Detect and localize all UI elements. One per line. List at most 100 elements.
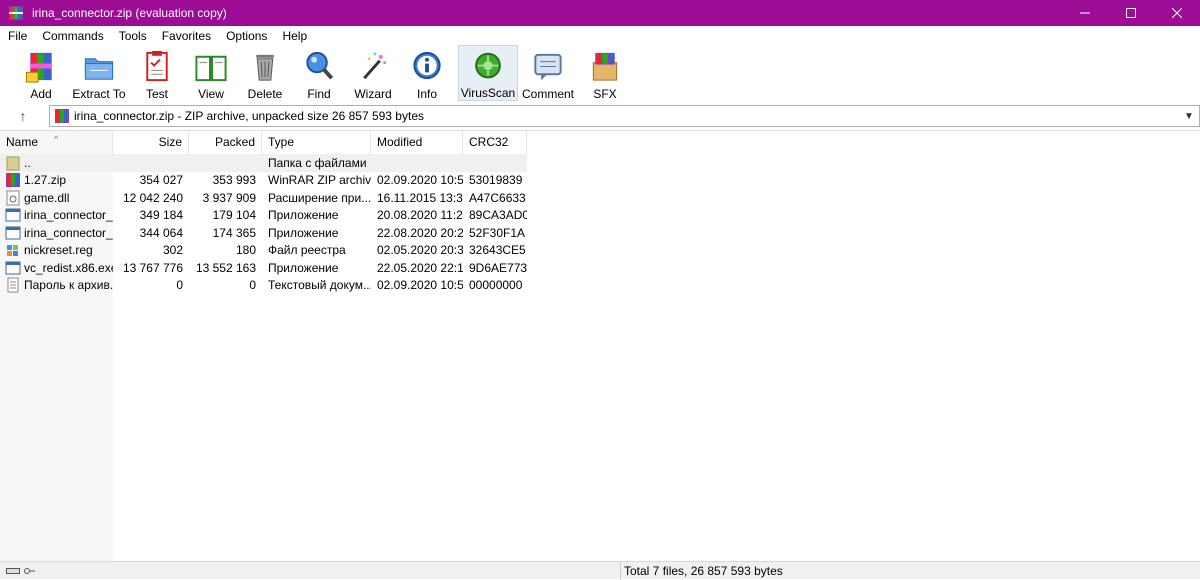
file-type: WinRAR ZIP archive xyxy=(268,173,371,188)
menu-options[interactable]: Options xyxy=(218,29,274,43)
file-packed: 0 xyxy=(249,278,256,293)
reg-icon xyxy=(7,245,18,257)
comment-label: Comment xyxy=(521,87,574,101)
file-size: 354 027 xyxy=(139,173,183,188)
close-button[interactable] xyxy=(1154,0,1200,26)
delete-button[interactable]: Delete xyxy=(238,45,292,101)
file-size: 13 767 776 xyxy=(122,260,183,275)
address-bar: ↑ irina_connector.zip - ZIP archive, unp… xyxy=(0,104,1200,128)
up-folder-button[interactable]: ↑ xyxy=(8,106,38,126)
table-row[interactable]: .. Папка с файлами xyxy=(0,154,527,172)
file-name-cell: irina_connector_... xyxy=(0,225,113,241)
comment-button[interactable]: Comment xyxy=(518,45,578,101)
file-type: Папка с файлами xyxy=(268,155,367,170)
status-separator xyxy=(620,562,621,580)
window-title: irina_connector.zip (evaluation copy) xyxy=(32,6,227,20)
virusscan-icon xyxy=(475,52,501,79)
column-header-modified[interactable]: Modified xyxy=(371,131,463,154)
table-row[interactable]: nickreset.reg 302 180 Файл реестра 02.05… xyxy=(0,242,527,260)
sfx-button[interactable]: SFX xyxy=(578,45,632,101)
file-list: ^ Name Size Packed Type Modified CRC32 .… xyxy=(0,130,1200,561)
table-row[interactable]: Пароль к архив... 0 0 Текстовый докум...… xyxy=(0,277,527,295)
wizard-icon xyxy=(363,52,387,80)
column-header-name[interactable]: ^ Name xyxy=(0,131,113,154)
table-row[interactable]: vc_redist.x86.exe 13 767 776 13 552 163 … xyxy=(0,259,527,277)
file-type: Текстовый докум... xyxy=(268,278,371,293)
minimize-button[interactable] xyxy=(1062,0,1108,26)
test-label: Test xyxy=(145,87,168,101)
file-crc: 9D6AE773 xyxy=(469,260,527,275)
menu-help[interactable]: Help xyxy=(274,29,314,43)
view-button[interactable]: View xyxy=(184,45,238,101)
view-icon xyxy=(195,55,227,82)
column-header-name-label: Name xyxy=(6,135,39,149)
file-size: 344 064 xyxy=(139,225,183,240)
file-name: 1.27.zip xyxy=(24,173,67,188)
file-name-cell: nickreset.reg xyxy=(0,242,113,258)
close-icon xyxy=(1172,8,1182,18)
file-modified: 02.09.2020 10:53 xyxy=(377,278,463,293)
drive-icon[interactable] xyxy=(6,566,20,576)
file-name: irina_connector_... xyxy=(24,208,113,223)
maximize-button[interactable] xyxy=(1108,0,1154,26)
maximize-icon xyxy=(1126,8,1136,18)
virusscan-button[interactable]: VirusScan xyxy=(458,45,518,101)
test-icon xyxy=(146,50,168,82)
add-button[interactable]: Add xyxy=(14,45,68,101)
file-list-header: ^ Name Size Packed Type Modified CRC32 xyxy=(0,131,527,154)
table-row[interactable]: game.dll 12 042 240 3 937 909 Расширение… xyxy=(0,189,527,207)
zip-icon xyxy=(6,173,20,188)
file-name: vc_redist.x86.exe xyxy=(24,260,113,275)
status-text: Total 7 files, 26 857 593 bytes xyxy=(624,564,783,578)
test-button[interactable]: Test xyxy=(130,45,184,101)
sfx-icon xyxy=(592,52,618,81)
add-label: Add xyxy=(30,87,52,101)
file-name: nickreset.reg xyxy=(24,243,93,258)
file-name-cell: vc_redist.x86.exe xyxy=(0,260,113,276)
file-name-cell: 1.27.zip xyxy=(0,172,113,188)
info-label: Info xyxy=(416,87,437,101)
key-icon[interactable] xyxy=(24,566,36,576)
wizard-label: Wizard xyxy=(354,87,392,101)
view-label: View xyxy=(198,87,224,101)
extract-to-label: Extract To xyxy=(72,87,126,101)
menu-commands[interactable]: Commands xyxy=(34,29,110,43)
info-icon xyxy=(413,51,441,80)
exe-icon xyxy=(5,261,21,275)
find-button[interactable]: Find xyxy=(292,45,346,101)
column-header-size-label: Size xyxy=(158,135,182,149)
file-name: .. xyxy=(24,155,31,170)
wizard-button[interactable]: Wizard xyxy=(346,45,400,101)
comment-icon xyxy=(534,53,562,81)
column-header-crc[interactable]: CRC32 xyxy=(463,131,527,154)
file-size: 349 184 xyxy=(139,208,183,223)
winrar-app-icon xyxy=(9,6,23,20)
sort-ascending-icon: ^ xyxy=(54,134,59,144)
menu-tools[interactable]: Tools xyxy=(111,29,154,43)
file-name: Пароль к архив... xyxy=(24,278,113,293)
file-name-cell: game.dll xyxy=(0,190,113,206)
column-header-size[interactable]: Size xyxy=(113,131,189,154)
table-row[interactable]: irina_connector_... 344 064 174 365 Прил… xyxy=(0,224,527,242)
column-header-packed[interactable]: Packed xyxy=(189,131,262,154)
extract-to-button[interactable]: Extract To xyxy=(68,45,130,101)
find-icon xyxy=(306,51,334,80)
file-name-cell: irina_connector_... xyxy=(0,207,113,223)
file-modified: 22.05.2020 22:16 xyxy=(377,260,463,275)
virusscan-label: VirusScan xyxy=(460,86,516,100)
folder-icon xyxy=(6,156,20,171)
file-name: game.dll xyxy=(24,190,70,205)
table-row[interactable]: irina_connector_... 349 184 179 104 Прил… xyxy=(0,207,527,225)
find-label: Find xyxy=(307,87,331,101)
column-header-modified-label: Modified xyxy=(377,135,423,149)
menu-favorites[interactable]: Favorites xyxy=(154,29,218,43)
info-button[interactable]: Info xyxy=(400,45,454,101)
minimize-icon xyxy=(1080,12,1090,14)
table-row[interactable]: 1.27.zip 354 027 353 993 WinRAR ZIP arch… xyxy=(0,172,527,190)
file-type: Приложение xyxy=(268,260,339,275)
chevron-down-icon[interactable]: ▼ xyxy=(1179,111,1199,122)
column-header-type[interactable]: Type xyxy=(262,131,371,154)
archive-path-box[interactable]: irina_connector.zip - ZIP archive, unpac… xyxy=(49,105,1200,127)
menu-file[interactable]: File xyxy=(0,29,34,43)
file-name-cell: .. xyxy=(0,155,113,171)
